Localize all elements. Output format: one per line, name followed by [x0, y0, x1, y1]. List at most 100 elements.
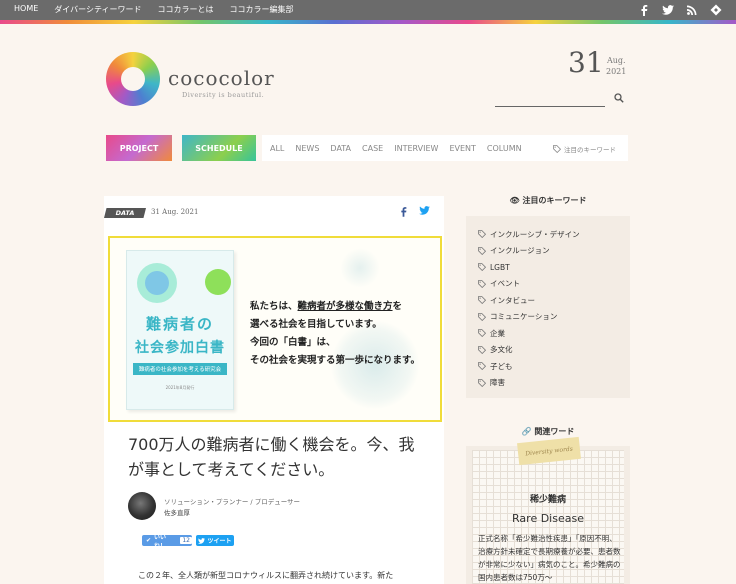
- tag-icon: [478, 345, 486, 354]
- keyword-item[interactable]: 障害: [478, 375, 618, 392]
- related-word-card[interactable]: Diversity words 稀少難病 Rare Disease 正式名称「希…: [466, 436, 630, 584]
- rainbow-stripe: [0, 20, 736, 24]
- social-links: [637, 3, 722, 16]
- hero-image[interactable]: 難病者の 社会参加白書 難病者の社会参加を考える研究会 2021年8月発行 私た…: [108, 236, 442, 422]
- article-share: [400, 206, 430, 217]
- tweet-label: ツイート: [207, 538, 232, 545]
- book-footer: 2021年8月発行: [165, 385, 195, 390]
- top-bar: HOME ダイバーシティーワード ココカラーとは ココカラー編集部: [0, 0, 736, 20]
- search-input[interactable]: [495, 106, 605, 107]
- category-news[interactable]: NEWS: [295, 144, 319, 153]
- keyword-item[interactable]: 企業: [478, 325, 618, 342]
- facebook-icon[interactable]: [637, 3, 650, 16]
- top-nav-diversity-words[interactable]: ダイバーシティーワード: [54, 4, 141, 15]
- keyword-item[interactable]: インクルージョン: [478, 243, 618, 260]
- hero-line4: その社会を実現する第一歩になります。: [250, 355, 421, 366]
- related-word-english: Rare Disease: [512, 512, 584, 525]
- hero-line1-b: を: [392, 301, 403, 312]
- keyword-label: コミュニケーション: [490, 312, 558, 322]
- brand-tagline: Diversity is beautiful.: [182, 91, 265, 99]
- facebook-share-icon[interactable]: [400, 206, 407, 217]
- author-name[interactable]: 佐多直厚: [164, 507, 190, 517]
- article-category-badge[interactable]: DATA: [104, 208, 146, 218]
- category-data[interactable]: DATA: [330, 144, 351, 153]
- twitter-icon[interactable]: [661, 3, 674, 16]
- related-word-description: 正式名称「希少難治性疾患」「原因不明、治療方針未確定で長期療養が必要、患者数が非…: [478, 534, 621, 582]
- keyword-label: 企業: [490, 328, 505, 338]
- hero-line2: 選べる社会を目指しています。: [250, 319, 382, 330]
- project-button[interactable]: PROJECT: [106, 135, 172, 161]
- sidebar-keywords-title: 注目のキーワード: [522, 196, 587, 205]
- category-event[interactable]: EVENT: [449, 144, 475, 153]
- top-nav-about[interactable]: ココカラーとは: [157, 4, 213, 15]
- keyword-item[interactable]: イベント: [478, 276, 618, 293]
- tweet-button[interactable]: ツイート: [196, 535, 234, 546]
- top-nav-home[interactable]: HOME: [14, 4, 38, 15]
- tag-icon: [478, 263, 486, 272]
- category-all[interactable]: ALL: [270, 144, 284, 153]
- keyword-label: 子ども: [490, 361, 513, 371]
- twitter-share-icon[interactable]: [419, 206, 430, 215]
- like-label: いいね！: [154, 533, 167, 550]
- keyword-label: 障害: [490, 378, 505, 388]
- tag-icon: [478, 329, 486, 338]
- rss-icon[interactable]: [685, 3, 698, 16]
- search-button[interactable]: [609, 88, 629, 108]
- whitepaper-cover: 難病者の 社会参加白書 難病者の社会参加を考える研究会 2021年8月発行: [126, 250, 234, 410]
- sidebar-related-heading: 🔗 関連ワード: [466, 426, 630, 437]
- category-column[interactable]: COLUMN: [487, 144, 522, 153]
- category-case[interactable]: CASE: [362, 144, 383, 153]
- twitter-bird-icon: [198, 537, 206, 544]
- keyword-item[interactable]: 多文化: [478, 342, 618, 359]
- book-circle-green: [205, 269, 231, 295]
- keyword-label: インクルージョン: [490, 246, 550, 256]
- tag-icon: [553, 145, 561, 153]
- eye-icon: 👁: [509, 196, 520, 205]
- author-role: ソリューション・プランナー / プロデューサー: [164, 498, 301, 506]
- keyword-label: LGBT: [490, 262, 510, 272]
- keyword-list: インクルーシブ・デザイン インクルージョン LGBT イベント インタビュー コ…: [466, 216, 630, 398]
- tag-icon: [478, 246, 486, 255]
- related-word-japanese: 稀少難病: [529, 495, 566, 505]
- book-title-line2: 社会参加白書: [135, 340, 225, 356]
- link-icon: 🔗: [521, 427, 532, 436]
- keywords-link[interactable]: 注目のキーワード: [553, 144, 616, 154]
- book-publisher-band: 難病者の社会参加を考える研究会: [133, 363, 227, 375]
- keyword-label: インクルーシブ・デザイン: [490, 229, 580, 239]
- article-date: 31 Aug. 2021: [151, 208, 199, 216]
- top-nav-editorial[interactable]: ココカラー編集部: [229, 4, 293, 15]
- feedly-icon[interactable]: [709, 3, 722, 16]
- keywords-link-label: 注目のキーワード: [564, 146, 616, 154]
- keyword-item[interactable]: LGBT: [478, 259, 618, 276]
- schedule-button[interactable]: SCHEDULE: [182, 135, 256, 161]
- search-icon: [614, 93, 624, 103]
- article-body-text: この２年、全人類が新型コロナウィルスに翻弄され続けています。新た: [138, 571, 394, 580]
- brand-name[interactable]: cococolor: [168, 66, 275, 90]
- like-count: 12: [180, 537, 192, 544]
- book-title-line1: 難病者の: [145, 315, 214, 333]
- keyword-item[interactable]: インタビュー: [478, 292, 618, 309]
- hero-message: 私たちは、難病者が多様な働き方を 選べる社会を目指しています。 今回の「白書」は…: [250, 298, 420, 370]
- category-interview[interactable]: INTERVIEW: [394, 144, 438, 153]
- date-year: 2021: [606, 67, 627, 76]
- thumbs-up-icon: ✔: [146, 537, 152, 544]
- tag-icon: [478, 230, 486, 239]
- article-title[interactable]: 700万人の難病者に働く機会を。今、我が事として考えてください。: [128, 432, 428, 482]
- keyword-item[interactable]: 子ども: [478, 358, 618, 375]
- keyword-item[interactable]: インクルーシブ・デザイン: [478, 226, 618, 243]
- like-button[interactable]: ✔ いいね！ 12: [142, 534, 192, 550]
- sidebar-keywords-heading: 👁 注目のキーワード: [466, 195, 630, 206]
- tag-icon: [478, 312, 486, 321]
- keyword-label: イベント: [490, 279, 520, 289]
- hero-line1-underline: 難病者が多様な働き方: [297, 301, 393, 312]
- tag-icon: [478, 362, 486, 371]
- keyword-item[interactable]: コミュニケーション: [478, 309, 618, 326]
- sidebar-related-title: 関連ワード: [534, 427, 575, 436]
- tag-icon: [478, 378, 486, 387]
- category-nav: ALL NEWS DATA CASE INTERVIEW EVENT COLUM…: [262, 135, 628, 161]
- article-card: DATA 31 Aug. 2021 難病者の 社会参加白書 難病者の社会参加を考…: [104, 196, 444, 584]
- date-day: 31: [568, 46, 604, 79]
- hero-line3: 今回の「白書」は、: [250, 337, 336, 348]
- cococolor-logo-icon[interactable]: [106, 52, 160, 106]
- author-avatar[interactable]: [128, 492, 156, 520]
